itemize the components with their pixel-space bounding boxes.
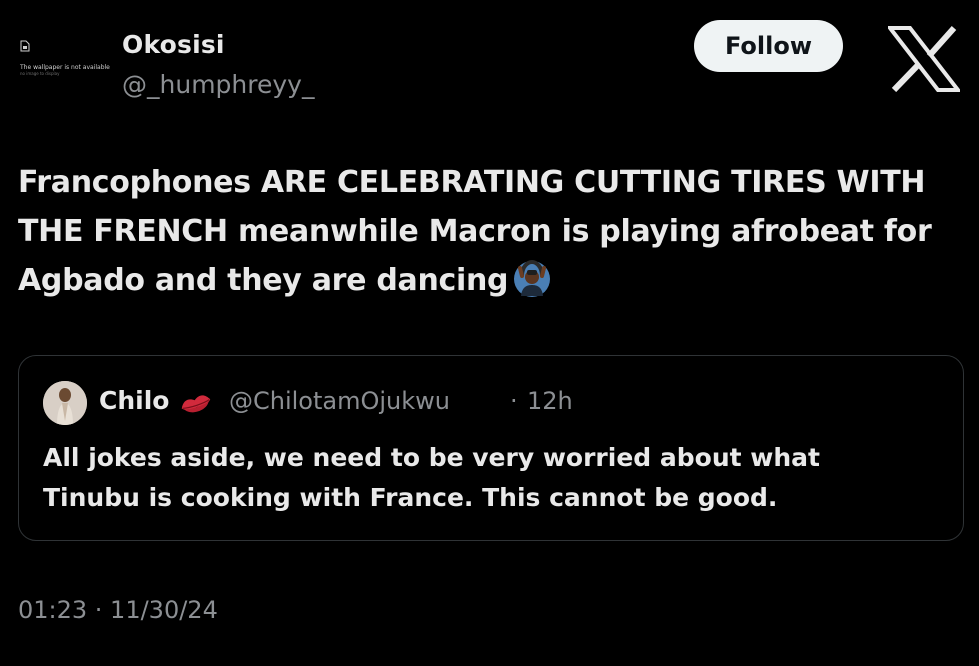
quoted-text-line: All jokes aside, we need to be very worr… — [43, 443, 820, 472]
tweet-text-segment: Agbado and they are dancing — [18, 263, 509, 298]
avatar-placeholder-text: The wallpaper is not available — [20, 64, 110, 71]
follow-button[interactable]: Follow — [694, 20, 843, 72]
quoted-author-handle[interactable]: @ChilotamOjukwu — [229, 387, 450, 415]
quoted-tweet-text: All jokes aside, we need to be very worr… — [43, 438, 943, 518]
person-photo-icon — [43, 381, 87, 425]
author-handle[interactable]: @_humphreyy_ — [122, 70, 314, 99]
broken-image-icon — [20, 40, 30, 52]
man-gesturing-ok-icon — [514, 259, 551, 297]
tweet-text-line: Agbado and they are dancing — [18, 256, 963, 305]
tweet-text-line: Francophones ARE CELEBRATING CUTTING TIR… — [18, 165, 926, 200]
tweet-timestamp[interactable]: 01:23 · 11/30/24 — [18, 596, 218, 624]
quoted-author-name[interactable]: Chilo — [99, 386, 169, 415]
tweet-text: Francophones ARE CELEBRATING CUTTING TIR… — [18, 158, 963, 305]
quoted-tweet-time[interactable]: 12h — [527, 387, 573, 415]
kiss-mark-icon — [181, 395, 211, 413]
avatar-placeholder-subtext: no image to display — [20, 71, 60, 76]
quoted-tweet-card[interactable]: Chilo @ChilotamOjukwu · 12h All jokes as… — [18, 355, 964, 541]
author-display-name[interactable]: Okosisi — [122, 30, 225, 59]
tweet-screenshot: The wallpaper is not available no image … — [0, 0, 979, 666]
tweet-text-line: THE FRENCH meanwhile Macron is playing a… — [18, 214, 932, 249]
quoted-author-avatar[interactable] — [43, 381, 87, 425]
x-logo-icon[interactable] — [888, 26, 960, 92]
quoted-text-line: Tinubu is cooking with France. This cann… — [43, 483, 778, 512]
meta-separator: · — [510, 387, 518, 415]
author-avatar[interactable]: The wallpaper is not available no image … — [14, 32, 110, 80]
